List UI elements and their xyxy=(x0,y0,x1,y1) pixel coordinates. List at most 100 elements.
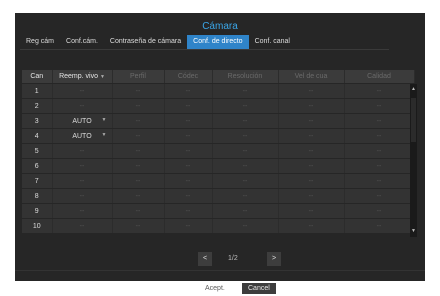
frame-rate-cell: -- xyxy=(278,83,345,99)
codec-cell: -- xyxy=(164,128,213,144)
table-header-row: Can Reemp. vivo ▼ Perfil Códec Resolución… xyxy=(22,70,415,84)
quality-cell: -- xyxy=(344,98,415,114)
accept-button[interactable]: Acept. xyxy=(199,283,231,294)
channel-number: 2 xyxy=(22,98,53,114)
channel-number: 6 xyxy=(22,158,53,174)
profile-cell: -- xyxy=(112,188,165,204)
table-row[interactable]: 2 -- -- -- -- -- -- xyxy=(22,98,415,114)
tab-underline xyxy=(20,49,389,50)
frame-rate-cell: -- xyxy=(278,203,345,219)
header-live-replace[interactable]: Reemp. vivo ▼ xyxy=(52,70,113,84)
cancel-button[interactable]: Cancel xyxy=(242,283,276,294)
profile-cell: -- xyxy=(112,98,165,114)
table-row[interactable]: 6 -- -- -- -- -- -- xyxy=(22,158,415,174)
profile-cell: -- xyxy=(112,218,165,234)
codec-cell: -- xyxy=(164,173,213,189)
table-row[interactable]: 5 -- -- -- -- -- -- xyxy=(22,143,415,159)
quality-cell: -- xyxy=(344,143,415,159)
table-row[interactable]: 10 -- -- -- -- -- -- xyxy=(22,218,415,234)
quality-cell: -- xyxy=(344,188,415,204)
scroll-up-icon[interactable]: ▲ xyxy=(410,86,417,93)
channel-number: 5 xyxy=(22,143,53,159)
header-quality: Calidad xyxy=(344,70,415,84)
header-codec: Códec xyxy=(164,70,213,84)
resolution-cell: -- xyxy=(212,203,279,219)
resolution-cell: -- xyxy=(212,128,279,144)
table-row[interactable]: 4 AUTO ▼ -- -- -- -- -- xyxy=(22,128,415,144)
live-replace-cell[interactable]: -- xyxy=(52,203,113,219)
live-replace-value: AUTO xyxy=(72,132,92,140)
live-replace-cell[interactable]: -- xyxy=(52,173,113,189)
quality-cell: -- xyxy=(344,83,415,99)
frame-rate-cell: -- xyxy=(278,158,345,174)
live-replace-cell[interactable]: AUTO ▼ xyxy=(52,113,113,129)
resolution-cell: -- xyxy=(212,98,279,114)
profile-cell: -- xyxy=(112,113,165,129)
resolution-cell: -- xyxy=(212,158,279,174)
live-replace-value: -- xyxy=(79,177,85,185)
tab-live-settings[interactable]: Conf. de directo xyxy=(187,35,249,49)
live-replace-cell[interactable]: -- xyxy=(52,83,113,99)
codec-cell: -- xyxy=(164,218,213,234)
footer-divider xyxy=(15,270,425,271)
pagination: < 1/2 > xyxy=(0,252,440,266)
live-replace-value: AUTO xyxy=(72,117,92,125)
dialog-title: Cámara xyxy=(202,21,238,32)
live-replace-cell[interactable]: AUTO ▼ xyxy=(52,128,113,144)
table-row[interactable]: 8 -- -- -- -- -- -- xyxy=(22,188,415,204)
resolution-cell: -- xyxy=(212,188,279,204)
codec-cell: -- xyxy=(164,158,213,174)
resolution-cell: -- xyxy=(212,113,279,129)
frame-rate-cell: -- xyxy=(278,173,345,189)
frame-rate-cell: -- xyxy=(278,188,345,204)
live-replace-cell[interactable]: -- xyxy=(52,143,113,159)
live-replace-value: -- xyxy=(79,87,85,95)
scrollbar-thumb[interactable] xyxy=(411,98,416,142)
channel-number: 7 xyxy=(22,173,53,189)
table-row[interactable]: 1 -- -- -- -- -- -- xyxy=(22,83,415,99)
quality-cell: -- xyxy=(344,173,415,189)
tab-channel-settings[interactable]: Conf. canal xyxy=(249,35,296,49)
live-replace-cell[interactable]: -- xyxy=(52,218,113,234)
quality-cell: -- xyxy=(344,218,415,234)
table-row[interactable]: 3 AUTO ▼ -- -- -- -- -- xyxy=(22,113,415,129)
quality-cell: -- xyxy=(344,203,415,219)
table-row[interactable]: 7 -- -- -- -- -- -- xyxy=(22,173,415,189)
resolution-cell: -- xyxy=(212,143,279,159)
codec-cell: -- xyxy=(164,83,213,99)
live-replace-value: -- xyxy=(79,207,85,215)
live-replace-cell[interactable]: -- xyxy=(52,158,113,174)
profile-cell: -- xyxy=(112,83,165,99)
tab-bar: Reg cám Conf.cám. Contraseña de cámara C… xyxy=(20,35,296,49)
previous-page-button[interactable]: < xyxy=(198,252,212,266)
chevron-down-icon: ▼ xyxy=(101,132,107,138)
header-profile: Perfil xyxy=(112,70,165,84)
live-replace-value: -- xyxy=(79,162,85,170)
channel-number: 4 xyxy=(22,128,53,144)
codec-cell: -- xyxy=(164,98,213,114)
frame-rate-cell: -- xyxy=(278,143,345,159)
scroll-down-icon[interactable]: ▼ xyxy=(410,228,417,235)
chevron-down-icon: ▼ xyxy=(101,117,107,123)
profile-cell: -- xyxy=(112,143,165,159)
header-resolution: Resolución xyxy=(212,70,279,84)
live-replace-value: -- xyxy=(79,192,85,200)
header-frame-rate: Vel de cua xyxy=(278,70,345,84)
page-indicator: 1/2 xyxy=(228,255,238,262)
table-scrollbar[interactable]: ▲ ▼ xyxy=(410,84,417,237)
next-page-button[interactable]: > xyxy=(267,252,281,266)
table-row[interactable]: 9 -- -- -- -- -- -- xyxy=(22,203,415,219)
tab-reg-cam[interactable]: Reg cám xyxy=(20,35,60,49)
resolution-cell: -- xyxy=(212,83,279,99)
header-channel[interactable]: Can xyxy=(22,70,53,84)
channel-number: 3 xyxy=(22,113,53,129)
codec-cell: -- xyxy=(164,203,213,219)
tab-conf-cam[interactable]: Conf.cám. xyxy=(60,35,104,49)
codec-cell: -- xyxy=(164,113,213,129)
live-settings-table: Can Reemp. vivo ▼ Perfil Códec Resolución… xyxy=(22,70,415,234)
profile-cell: -- xyxy=(112,173,165,189)
tab-camera-password[interactable]: Contraseña de cámara xyxy=(104,35,187,49)
live-replace-value: -- xyxy=(79,102,85,110)
live-replace-cell[interactable]: -- xyxy=(52,98,113,114)
live-replace-cell[interactable]: -- xyxy=(52,188,113,204)
